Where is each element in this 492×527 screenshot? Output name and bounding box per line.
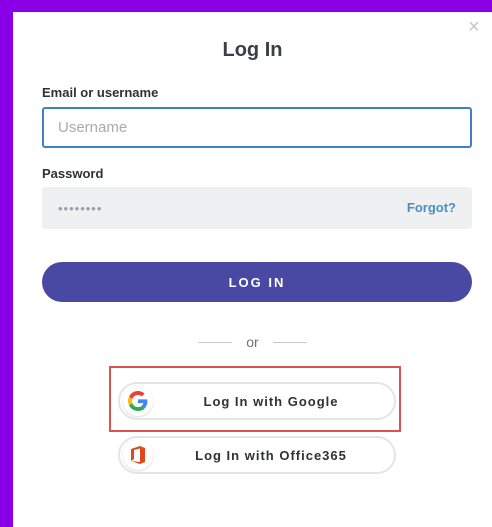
close-button[interactable]: × (464, 17, 484, 37)
office365-icon (123, 440, 153, 470)
forgot-password-link[interactable]: Forgot? (407, 200, 456, 215)
divider-line-left (198, 341, 233, 343)
or-text: or (246, 334, 259, 350)
password-input[interactable]: •••••••• Forgot? (42, 187, 472, 229)
google-login-button[interactable]: Log In with Google (118, 382, 396, 420)
password-label: Password (42, 166, 104, 181)
username-input[interactable] (42, 107, 472, 148)
login-button[interactable]: LOG IN (42, 262, 472, 302)
login-modal: × Log In Email or username Password ••••… (13, 12, 492, 527)
google-g-icon (123, 386, 153, 416)
or-divider: or (13, 334, 492, 350)
page-title: Log In (222, 39, 283, 61)
google-login-label: Log In with Google (203, 393, 339, 409)
email-label: Email or username (42, 85, 159, 100)
office365-login-label: Log In with Office365 (195, 447, 347, 463)
divider-line-right (272, 341, 307, 343)
password-mask: •••••••• (58, 201, 103, 216)
close-icon: × (468, 16, 480, 38)
office365-login-button[interactable]: Log In with Office365 (118, 436, 396, 474)
